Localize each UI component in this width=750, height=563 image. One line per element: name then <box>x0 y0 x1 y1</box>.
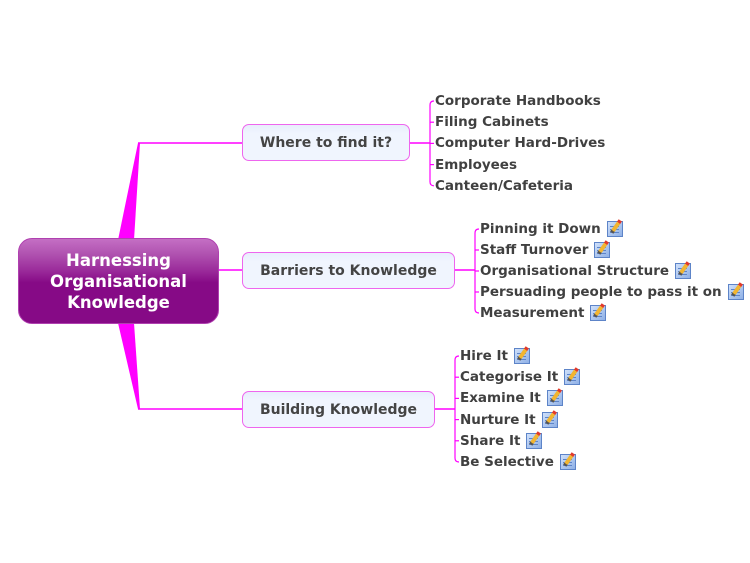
subtopic-label: Examine It <box>460 390 541 407</box>
note-icon[interactable] <box>559 454 576 470</box>
branch-building-knowledge[interactable]: Building Knowledge <box>242 391 435 428</box>
subtopic[interactable]: Categorise It <box>460 368 581 386</box>
note-icon[interactable] <box>594 242 611 258</box>
branch-barriers-to-knowledge[interactable]: Barriers to Knowledge <box>242 252 455 289</box>
subtopic-label: Canteen/Cafeteria <box>435 177 573 194</box>
branch-label: Building Knowledge <box>259 401 418 418</box>
note-icon[interactable] <box>606 221 623 237</box>
subtopic-label: Persuading people to pass it on <box>480 284 722 300</box>
subtopic-label: Measurement <box>480 305 585 321</box>
note-icon[interactable] <box>513 348 530 364</box>
subtopic[interactable]: Computer Hard-Drives <box>435 134 605 152</box>
note-icon[interactable] <box>546 390 563 407</box>
subtopic-label: Corporate Handbooks <box>435 93 601 109</box>
central-topic-line-2: Organisational <box>50 271 187 291</box>
note-icon[interactable] <box>541 411 558 428</box>
subtopic[interactable]: Nurture It <box>460 411 558 429</box>
note-icon[interactable] <box>675 263 692 279</box>
subtopic[interactable]: Staff Turnover <box>480 241 611 259</box>
subtopic-label: Share It <box>460 432 521 449</box>
subtopic[interactable]: Examine It <box>460 389 563 407</box>
trunk-connector-top <box>118 143 140 240</box>
subtopic[interactable]: Filing Cabinets <box>435 113 549 131</box>
trunk-connector-bottom <box>118 323 140 409</box>
subtopic-label: Computer Hard-Drives <box>435 135 606 152</box>
subtopic-label: Pinning it Down <box>480 221 601 237</box>
subtopic[interactable]: Hire It <box>460 347 530 365</box>
central-topic-line-3: Knowledge <box>67 292 170 312</box>
subtopic[interactable]: Organisational Structure <box>480 262 692 280</box>
subtopic-label: Employees <box>435 156 518 173</box>
subtopic-label: Organisational Structure <box>480 263 670 279</box>
central-topic-line-1: Harnessing <box>66 250 171 270</box>
branch-label: Barriers to Knowledge <box>260 262 437 279</box>
subtopic-label: Staff Turnover <box>480 242 589 258</box>
branch-label: Where to find it? <box>259 134 393 151</box>
note-icon[interactable] <box>727 284 744 300</box>
subtopic-label: Hire It <box>460 348 508 364</box>
subtopic[interactable]: Corporate Handbooks <box>435 92 601 110</box>
subtopic[interactable]: Pinning it Down <box>480 220 623 238</box>
subtopic[interactable]: Persuading people to pass it on <box>480 283 744 301</box>
subtopic[interactable]: Employees <box>435 156 517 174</box>
subtopic[interactable]: Measurement <box>480 304 607 322</box>
central-topic[interactable]: Harnessing Organisational Knowledge <box>18 238 219 324</box>
note-icon[interactable] <box>526 432 543 449</box>
subtopic-label: Categorise It <box>460 369 559 386</box>
subtopic-label: Filing Cabinets <box>435 114 549 131</box>
note-icon[interactable] <box>564 369 581 386</box>
subtopic[interactable]: Share It <box>460 432 543 450</box>
subtopic-spine <box>454 355 460 463</box>
subtopic-label: Nurture It <box>460 411 536 428</box>
subtopic[interactable]: Be Selective <box>460 453 576 471</box>
branch-where-to-find-it[interactable]: Where to find it? <box>242 124 410 161</box>
note-icon[interactable] <box>590 305 607 321</box>
subtopic[interactable]: Canteen/Cafeteria <box>435 177 573 195</box>
subtopic-label: Be Selective <box>460 454 554 470</box>
